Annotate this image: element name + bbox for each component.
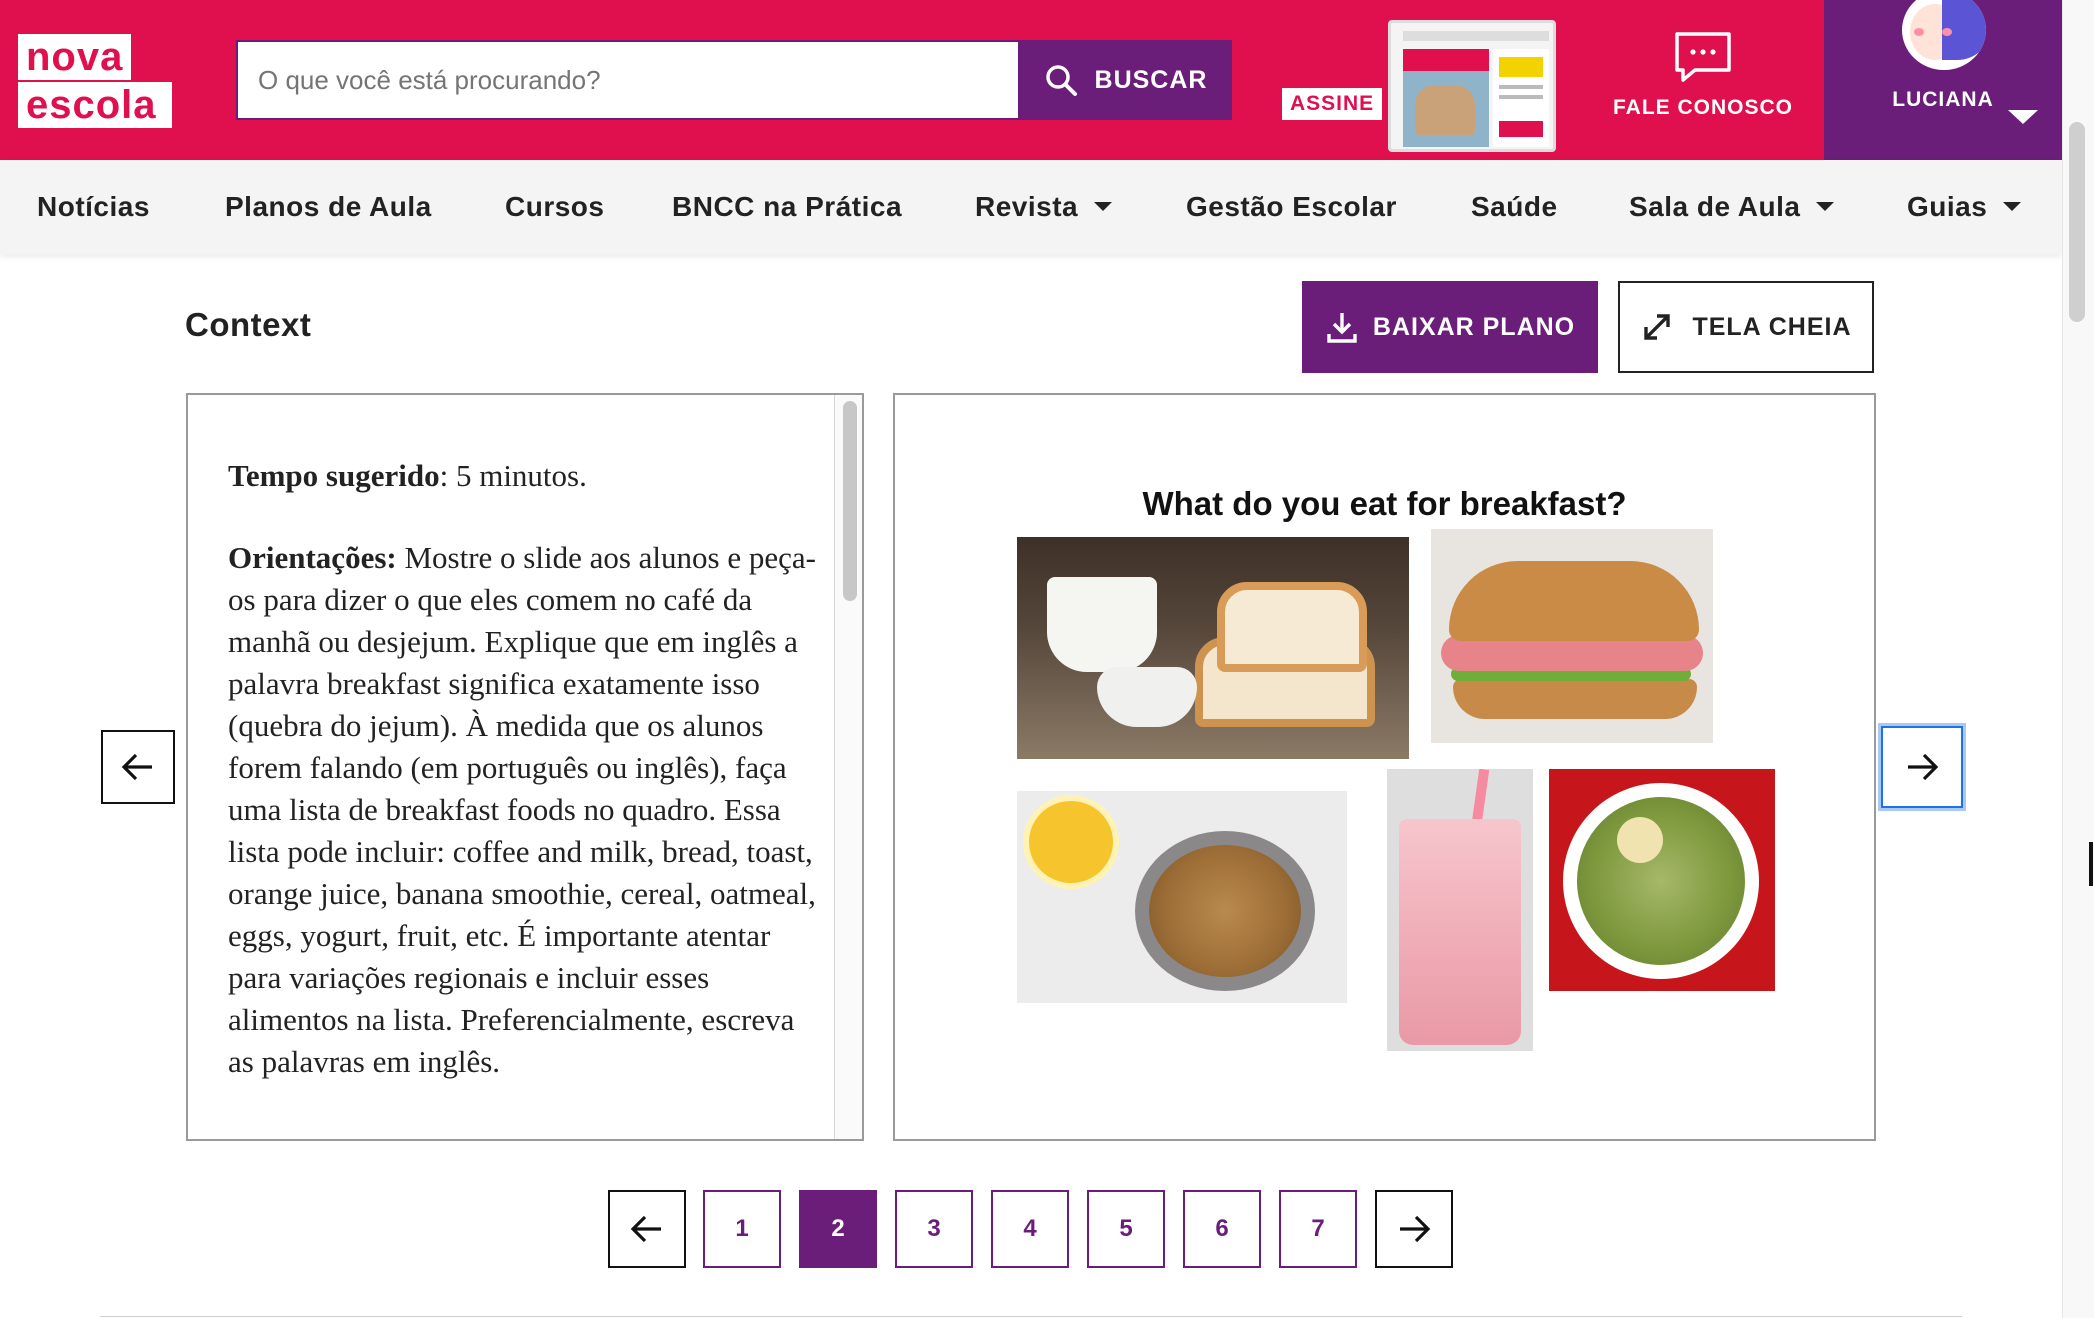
scroll-marker (2089, 842, 2093, 886)
logo-line-1: nova (18, 34, 132, 80)
avatar (1902, 0, 1986, 70)
previous-slide-button[interactable] (101, 730, 175, 804)
logo-line-2: escola (18, 82, 172, 128)
text-panel-scrollbar[interactable] (834, 395, 862, 1139)
nav-item-gestao-escolar[interactable]: Gestão Escolar (1186, 160, 1397, 254)
nav-item-planos-de-aula[interactable]: Planos de Aula (225, 160, 432, 254)
pagination-page-button[interactable]: 5 (1087, 1190, 1165, 1268)
top-header: nova escola BUSCAR ASSINE FALE CONOSCO L… (0, 0, 2062, 160)
nav-item-guias[interactable]: Guias (1907, 160, 2022, 254)
expand-icon (1644, 314, 1671, 340)
coffee-and-bread-photo (1017, 537, 1409, 759)
arrow-right-icon (1400, 1215, 1431, 1243)
nav-item-saude[interactable]: Saúde (1471, 160, 1558, 254)
slide-viewer: What do you eat for breakfast? (893, 393, 1876, 1141)
nav-item-noticias[interactable]: Notícias (37, 160, 150, 254)
section-title: Context (185, 306, 312, 343)
download-icon (1327, 313, 1357, 343)
pagination-page-button[interactable]: 1 (703, 1190, 781, 1268)
suggested-time-label: Tempo sugerido (228, 458, 440, 493)
nova-escola-logo[interactable]: nova escola (18, 34, 172, 128)
caret-down-icon (2003, 202, 2022, 212)
footer-divider (100, 1316, 1962, 1317)
download-plan-button[interactable]: BAIXAR PLANO (1302, 281, 1598, 373)
vegetable-soup-photo (1549, 769, 1775, 991)
page-scrollbar-thumb[interactable] (2069, 122, 2085, 322)
contact-label: FALE CONOSCO (1612, 96, 1793, 119)
arrow-left-icon (121, 753, 152, 781)
text-panel-scrollbar-thumb[interactable] (843, 401, 857, 601)
pagination-next-button[interactable] (1375, 1190, 1453, 1268)
chat-bubble-icon (1675, 32, 1731, 82)
lesson-text-panel[interactable]: Tempo sugerido: 5 minutos. Orientações: … (186, 393, 864, 1141)
guidelines-text: Mostre o slide aos alunos e peça-os para… (228, 540, 816, 1079)
caret-down-icon (1816, 202, 1835, 212)
pagination-page-button[interactable]: 7 (1279, 1190, 1357, 1268)
pagination-previous-button[interactable] (608, 1190, 686, 1268)
main-nav: Notícias Planos de Aula Cursos BNCC na P… (0, 160, 2062, 254)
chevron-down-icon (2008, 110, 2038, 124)
arrow-left-icon (630, 1215, 661, 1243)
pagination-page-button[interactable]: 6 (1183, 1190, 1261, 1268)
download-plan-label: BAIXAR PLANO (1372, 312, 1576, 341)
search-button[interactable]: BUSCAR (1018, 40, 1232, 120)
subscribe-label: ASSINE (1282, 88, 1383, 120)
caret-down-icon (1094, 202, 1113, 212)
lesson-text: Tempo sugerido: 5 minutos. Orientações: … (228, 455, 818, 1123)
orange-juice-and-cereal-photo (1017, 791, 1347, 1003)
magazine-cover-image (1388, 20, 1556, 152)
nav-item-bncc-na-pratica[interactable]: BNCC na Prática (672, 160, 902, 254)
ham-sandwich-photo (1431, 529, 1713, 743)
pagination-page-button[interactable]: 3 (895, 1190, 973, 1268)
page-scrollbar[interactable] (2062, 0, 2094, 1318)
nav-item-cursos[interactable]: Cursos (505, 160, 604, 254)
user-menu[interactable]: LUCIANA (1824, 0, 2062, 160)
search-input[interactable] (236, 40, 1020, 120)
pagination-page-button[interactable]: 4 (991, 1190, 1069, 1268)
guidelines-label: Orientações: (228, 540, 397, 575)
guidelines: Orientações: Mostre o slide aos alunos e… (228, 537, 818, 1083)
strawberry-smoothie-photo (1387, 769, 1533, 1051)
arrow-right-icon (1908, 753, 1939, 781)
nav-item-revista[interactable]: Revista (975, 160, 1113, 254)
suggested-time-value: : 5 minutos. (439, 458, 587, 493)
subscribe-promo[interactable]: ASSINE (1280, 14, 1560, 152)
fullscreen-button[interactable]: TELA CHEIA (1618, 281, 1874, 373)
pagination-page-button-current[interactable]: 2 (799, 1190, 877, 1268)
slide-title: What do you eat for breakfast? (1142, 485, 1627, 522)
user-name: LUCIANA (1892, 88, 1994, 111)
suggested-time: Tempo sugerido: 5 minutos. (228, 455, 818, 497)
next-slide-button[interactable] (1881, 726, 1963, 808)
search-button-label: BUSCAR (1094, 65, 1208, 94)
nav-item-sala-de-aula[interactable]: Sala de Aula (1629, 160, 1835, 254)
fullscreen-label: TELA CHEIA (1692, 312, 1852, 341)
contact-link[interactable]: FALE CONOSCO (1598, 30, 1808, 120)
search-icon (1045, 65, 1077, 96)
